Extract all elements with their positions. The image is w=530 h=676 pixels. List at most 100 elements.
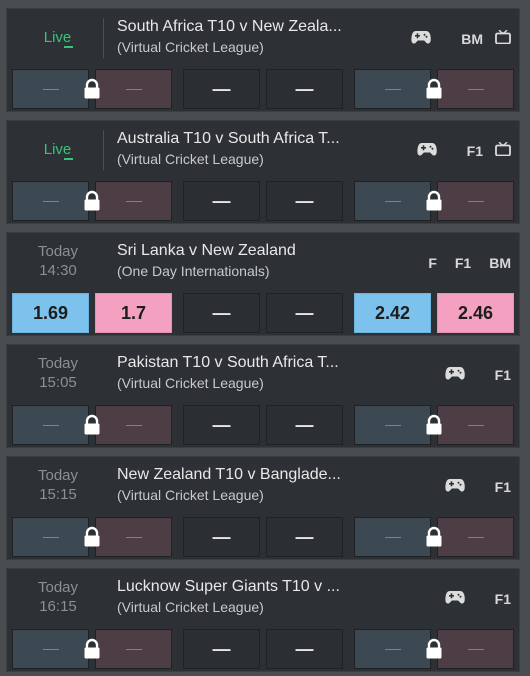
empty-odds-marker [42,200,59,202]
odds-value: — [212,302,231,323]
odds-value: — [212,638,231,659]
tv-icon[interactable] [495,29,511,49]
lay-odds-team1[interactable] [95,629,172,669]
odds-value: — [212,78,231,99]
market-header[interactable]: Live Australia T10 v South Africa T... (Vi… [7,121,519,179]
back-odds-team1[interactable] [12,181,89,221]
market-card[interactable]: Today 14:30 Sri Lanka v New Zealand (One Da… [6,232,520,336]
lay-odds-team2[interactable]: 2.46 [437,293,514,333]
empty-odds-marker [384,88,401,90]
match-title[interactable]: Pakistan T10 v South Africa T... [117,353,367,373]
lock-icon [423,638,445,660]
back-odds-draw[interactable]: — [183,405,260,445]
back-odds-draw[interactable]: — [183,293,260,333]
match-title[interactable]: Sri Lanka v New Zealand [117,241,367,261]
empty-odds-marker [125,536,142,538]
back-odds-team2[interactable] [354,629,431,669]
market-badge: F1 [454,255,472,271]
lay-odds-team1[interactable] [95,181,172,221]
market-card[interactable]: Live Australia T10 v South Africa T... (Vi… [6,120,520,224]
empty-odds-marker [125,88,142,90]
market-card[interactable]: Today 16:15 Lucknow Super Giants T10 v ...… [6,568,520,672]
back-odds-team2[interactable] [354,69,431,109]
start-time: Today 14:30 [13,242,103,282]
empty-odds-marker [125,200,142,202]
empty-odds-marker [125,648,142,650]
match-title[interactable]: New Zealand T10 v Banglade... [117,465,367,485]
odds-row: — — [7,517,519,559]
back-odds-team1[interactable] [12,405,89,445]
lay-odds-draw[interactable]: — [266,293,343,333]
back-odds-team1[interactable] [12,517,89,557]
back-odds-team2[interactable] [354,405,431,445]
market-badge: F1 [466,143,483,159]
back-odds-team1[interactable] [12,629,89,669]
start-day: Today [37,355,79,372]
competition-name: (Virtual Cricket League) [117,39,264,55]
match-title[interactable]: South Africa T10 v New Zeala... [117,17,367,37]
lay-odds-team1[interactable] [95,69,172,109]
market-badge: F1 [494,367,511,383]
gamepad-icon [445,590,465,609]
back-odds-team1[interactable] [12,69,89,109]
back-odds-draw[interactable]: — [183,69,260,109]
odds-value: 2.46 [457,302,494,323]
lay-odds-team1[interactable] [95,405,172,445]
start-day: Today [37,579,79,596]
lay-odds-draw[interactable]: — [266,629,343,669]
lay-odds-team2[interactable] [437,181,514,221]
odds-row: — — [7,629,519,671]
odds-value: — [295,190,314,211]
empty-odds-marker [467,536,484,538]
lay-odds-draw[interactable]: — [266,69,343,109]
lay-odds-team2[interactable] [437,69,514,109]
lock-icon [423,526,445,548]
tv-icon[interactable] [495,141,511,161]
start-clock: 15:15 [39,486,77,503]
lay-odds-team1[interactable] [95,517,172,557]
competition-name: (Virtual Cricket League) [117,599,264,615]
lay-odds-draw[interactable]: — [266,181,343,221]
empty-odds-marker [42,536,59,538]
start-day: Today [37,243,79,260]
lay-odds-team1[interactable]: 1.7 [95,293,172,333]
market-badge: F1 [494,591,511,607]
live-label: Live [43,141,73,160]
lay-odds-team2[interactable] [437,517,514,557]
back-odds-team2[interactable]: 2.42 [354,293,431,333]
market-header[interactable]: Today 14:30 Sri Lanka v New Zealand (One Da… [7,233,519,291]
lay-odds-draw[interactable]: — [266,517,343,557]
gamepad-icon [445,478,465,497]
back-odds-team2[interactable] [354,517,431,557]
market-header[interactable]: Live South Africa T10 v New Zeala... (Virt… [7,9,519,67]
match-title[interactable]: Lucknow Super Giants T10 v ... [117,577,367,597]
market-header[interactable]: Today 15:05 Pakistan T10 v South Africa T.… [7,345,519,403]
back-odds-team1[interactable]: 1.69 [12,293,89,333]
lock-icon [81,78,103,100]
market-card[interactable]: Today 15:05 Pakistan T10 v South Africa T.… [6,344,520,448]
lock-icon [423,78,445,100]
market-badges: F F1 BM [410,253,511,273]
market-header[interactable]: Today 15:15 New Zealand T10 v Banglade... (… [7,457,519,515]
market-badges: F1 [445,477,511,497]
start-clock: 16:15 [39,598,77,615]
empty-odds-marker [467,200,484,202]
market-card[interactable]: Today 15:15 New Zealand T10 v Banglade... (… [6,456,520,560]
back-odds-draw[interactable]: — [183,517,260,557]
live-label: Live [43,29,73,48]
market-badges: BM [411,29,511,49]
market-header[interactable]: Today 16:15 Lucknow Super Giants T10 v ...… [7,569,519,627]
empty-odds-marker [42,88,59,90]
market-card[interactable]: Live South Africa T10 v New Zeala... (Virt… [6,8,520,112]
odds-value: — [295,302,314,323]
back-odds-draw[interactable]: — [183,181,260,221]
back-odds-team2[interactable] [354,181,431,221]
match-title[interactable]: Australia T10 v South Africa T... [117,129,367,149]
lay-odds-draw[interactable]: — [266,405,343,445]
empty-odds-marker [384,424,401,426]
odds-row: — — [7,181,519,223]
lay-odds-team2[interactable] [437,629,514,669]
back-odds-draw[interactable]: — [183,629,260,669]
market-badges: F1 [445,365,511,385]
lay-odds-team2[interactable] [437,405,514,445]
